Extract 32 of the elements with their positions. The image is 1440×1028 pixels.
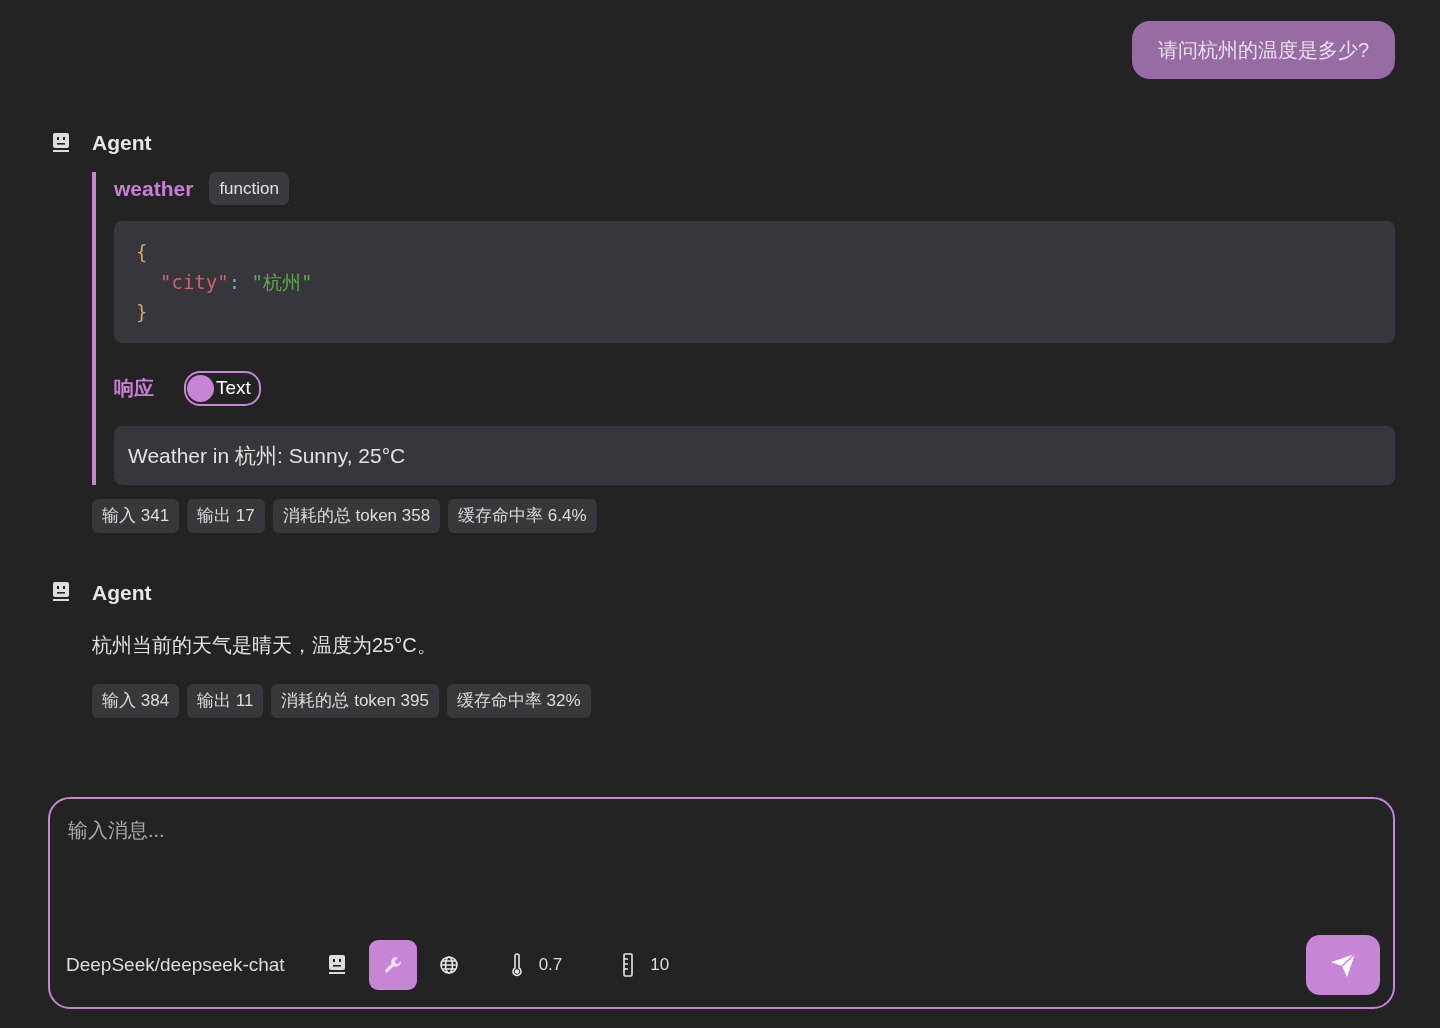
usage-stat: 输出 11: [187, 684, 264, 718]
robot-icon: [52, 581, 70, 604]
usage-stat: 缓存命中率 6.4%: [448, 499, 597, 533]
usage-stat: 缓存命中率 32%: [446, 684, 591, 718]
robot-icon: [327, 954, 346, 976]
message-text: 杭州当前的天气是晴天，温度为25°C。: [92, 633, 438, 658]
model-selector[interactable]: DeepSeek/deepseek-chat: [66, 950, 285, 980]
response-label: 响应: [114, 376, 154, 402]
response-text: Weather in 杭州: Sunny, 25°C: [114, 425, 1395, 485]
robot-icon: [52, 131, 70, 154]
code-block: { "city": "杭州" }: [114, 221, 1395, 343]
message-composer[interactable]: 输入消息... DeepSeek/deepseek-chat 0.7 10: [48, 797, 1395, 1009]
usage-stat: 输入 341: [92, 499, 180, 533]
format-option-chip[interactable]: Text: [184, 371, 261, 406]
agent-name: Agent: [92, 579, 152, 606]
wrench-icon: [382, 955, 403, 975]
send-button[interactable]: [1306, 935, 1380, 995]
max-steps-value[interactable]: 10: [650, 952, 670, 978]
temperature-value[interactable]: 0.7: [538, 952, 563, 978]
usage-stat: 消耗的总 token 395: [271, 684, 439, 718]
usage-stat: 输入 384: [92, 684, 180, 718]
thermometer-icon: [510, 953, 523, 977]
tool-type-tag: function: [209, 171, 289, 205]
paper-plane-icon: [1329, 952, 1357, 978]
usage-stat: 消耗的总 token 358: [272, 499, 441, 533]
tool-toggle-button[interactable]: [368, 940, 417, 990]
ruler-icon: [622, 953, 635, 977]
tool-name: weather: [114, 175, 194, 202]
usage-stat: 输出 17: [187, 499, 265, 533]
user-message-bubble: 请问杭州的温度是多少?: [1131, 21, 1395, 79]
globe-icon: [438, 955, 459, 975]
agent-name: Agent: [92, 130, 152, 156]
